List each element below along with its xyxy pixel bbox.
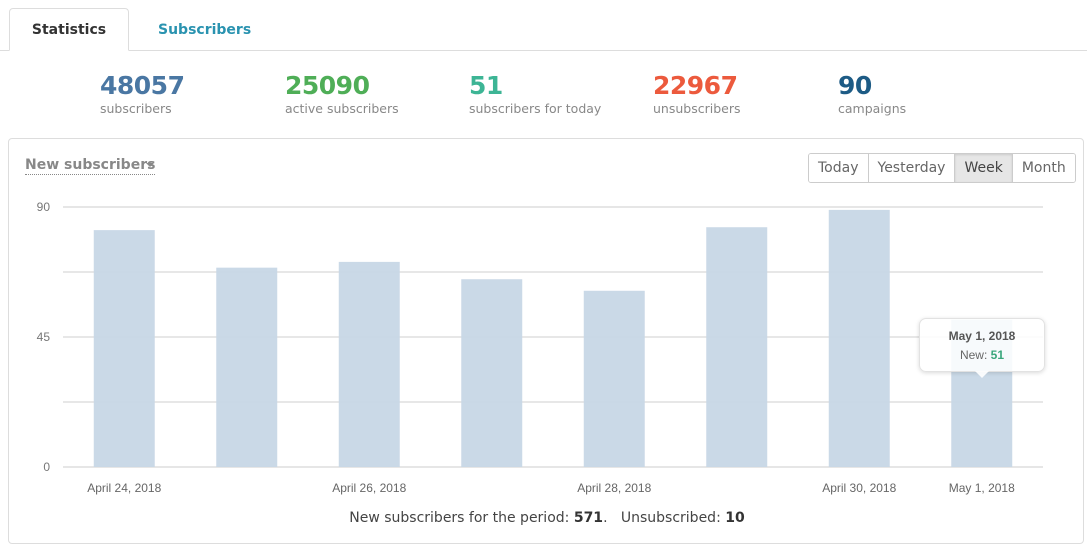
tooltip-line: New: 51 bbox=[920, 348, 1044, 362]
x-tick-label: April 28, 2018 bbox=[577, 481, 651, 495]
bar[interactable] bbox=[338, 261, 400, 467]
bar[interactable] bbox=[583, 290, 645, 467]
tooltip-label: New: bbox=[959, 348, 991, 362]
bar[interactable] bbox=[461, 279, 523, 467]
bar[interactable] bbox=[828, 209, 890, 467]
bar[interactable] bbox=[706, 227, 768, 467]
x-tick-label: April 30, 2018 bbox=[822, 481, 896, 495]
bar[interactable] bbox=[216, 267, 278, 467]
bar-chart: 0 45 90 April 24, 2018 April 26, 2018 April 2… bbox=[37, 200, 1043, 495]
y-tick-label: 0 bbox=[43, 460, 50, 474]
y-tick-label: 90 bbox=[37, 200, 51, 214]
tooltip-arrow bbox=[975, 371, 989, 378]
x-tick-label: May 1, 2018 bbox=[949, 481, 1015, 495]
tooltip-title: May 1, 2018 bbox=[948, 329, 1016, 343]
bar[interactable] bbox=[93, 230, 155, 467]
x-tick-label: April 26, 2018 bbox=[332, 481, 406, 495]
tooltip-value: 51 bbox=[990, 348, 1005, 362]
y-tick-label: 45 bbox=[37, 330, 51, 344]
chart-tooltip: May 1, 2018 New: 51 bbox=[919, 318, 1045, 378]
x-tick-label: April 24, 2018 bbox=[87, 481, 161, 495]
